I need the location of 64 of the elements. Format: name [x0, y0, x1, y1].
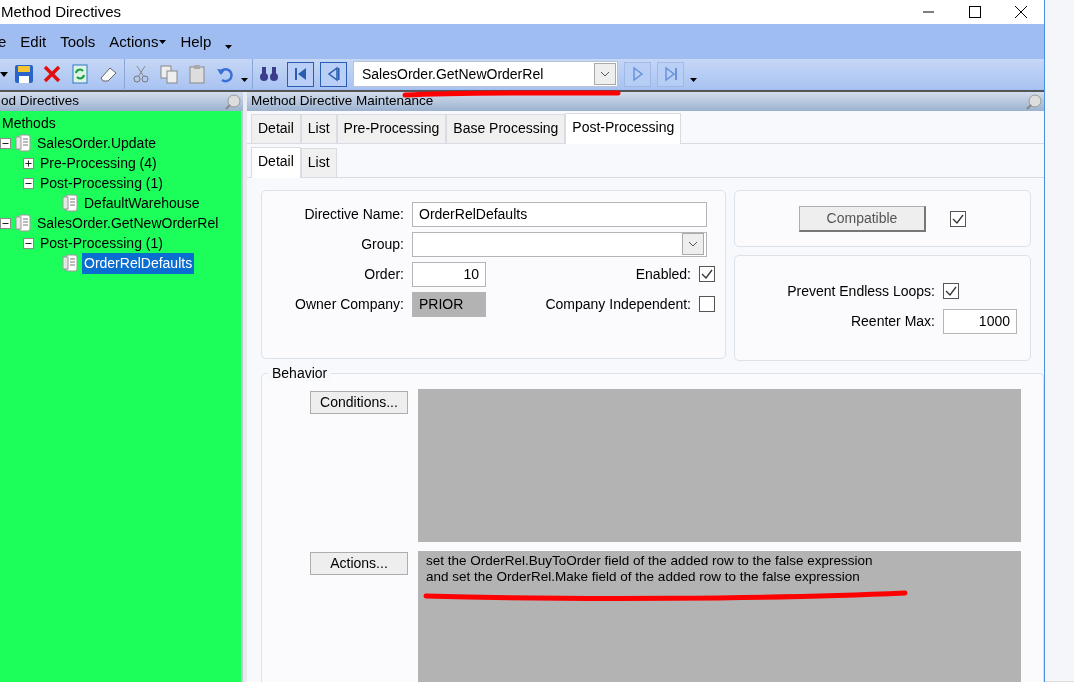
close-icon[interactable]	[1015, 6, 1027, 18]
readonly-field: PRIOR	[412, 291, 486, 317]
chevron-down-icon[interactable]	[600, 71, 610, 77]
field-label: Group:	[360, 234, 405, 254]
dropdown-caret-icon[interactable]	[0, 71, 8, 77]
text-field[interactable]: OrderRelDefaults	[412, 201, 707, 227]
document-icon	[62, 254, 78, 272]
tab[interactable]: Pre-Processing	[336, 114, 447, 143]
tab[interactable]: List	[300, 148, 337, 177]
checkbox[interactable]	[699, 266, 715, 282]
number-field[interactable]: 10	[412, 261, 486, 287]
checkbox[interactable]	[699, 296, 715, 312]
caret-icon[interactable]	[159, 40, 167, 44]
window-title: Method Directives	[1, 1, 123, 22]
menu-item[interactable]: Edit	[20, 30, 47, 54]
overflow-caret-icon[interactable]	[690, 78, 697, 82]
compatible-button[interactable]: Compatible	[799, 205, 926, 232]
tab[interactable]: Detail	[251, 147, 301, 178]
menu-item[interactable]: Tools	[60, 30, 96, 54]
checkbox[interactable]	[950, 210, 966, 227]
field-label: Owner Company:	[294, 294, 405, 314]
document-icon	[15, 134, 31, 152]
record-dropdown[interactable]: SalesOrder.GetNewOrderRel	[353, 61, 618, 87]
tab[interactable]: List	[300, 114, 337, 143]
field-label: Reenter Max:	[849, 311, 936, 331]
tree-item[interactable]: DefaultWarehouse	[82, 192, 202, 214]
tree-item[interactable]: Pre-Processing (4)	[38, 152, 159, 174]
field-label: Prevent Endless Loops:	[786, 281, 936, 301]
field-label: Enabled:	[634, 264, 692, 284]
tab[interactable]: Base Processing	[446, 114, 566, 143]
collapse-icon[interactable]	[23, 237, 34, 249]
tree-item[interactable]: SalesOrder.Update	[35, 132, 159, 154]
tree-item[interactable]: Post-Processing (1)	[38, 172, 165, 194]
tab[interactable]: Post-Processing	[565, 113, 682, 144]
chevron-down-icon[interactable]	[688, 241, 698, 247]
field-label: Company Independent:	[544, 294, 692, 314]
expand-icon[interactable]	[23, 157, 34, 169]
maximize-icon[interactable]	[969, 6, 981, 18]
tree-item[interactable]: Methods	[0, 112, 58, 134]
collapse-icon[interactable]	[0, 137, 11, 149]
action-text: set the OrderRel.BuyToOrder field of the added row to the false expression	[426, 553, 874, 569]
menu-item[interactable]: Help	[180, 30, 212, 54]
actions-button[interactable]: Actions...	[310, 552, 408, 575]
save-icon[interactable]	[12, 62, 36, 86]
tree-item[interactable]: SalesOrder.GetNewOrderRel	[35, 212, 221, 234]
collapse-icon[interactable]	[23, 177, 34, 189]
panel-title: Method Directive Maintenance	[251, 92, 434, 111]
number-field[interactable]: 1000	[943, 308, 1017, 334]
tree-item[interactable]: OrderRelDefaults	[82, 252, 195, 274]
conditions-button[interactable]: Conditions...	[310, 391, 408, 414]
menu-item[interactable]: Actions	[109, 30, 167, 54]
checkbox[interactable]	[943, 283, 959, 299]
action-text: and set the OrderRel.Make field of the added row to the false expression	[426, 569, 861, 585]
tab[interactable]: Detail	[251, 114, 301, 143]
field-label: Order:	[363, 264, 405, 284]
overflow-caret-icon[interactable]	[225, 45, 233, 49]
tree-item[interactable]: Post-Processing (1)	[38, 232, 165, 254]
document-icon	[62, 194, 78, 212]
collapse-icon[interactable]	[0, 217, 11, 229]
overflow-caret-icon[interactable]	[241, 78, 248, 82]
panel-title: od Directives	[1, 92, 80, 111]
field-label: Directive Name:	[303, 204, 405, 224]
group-title: Behavior	[268, 365, 332, 381]
document-icon	[15, 214, 31, 232]
